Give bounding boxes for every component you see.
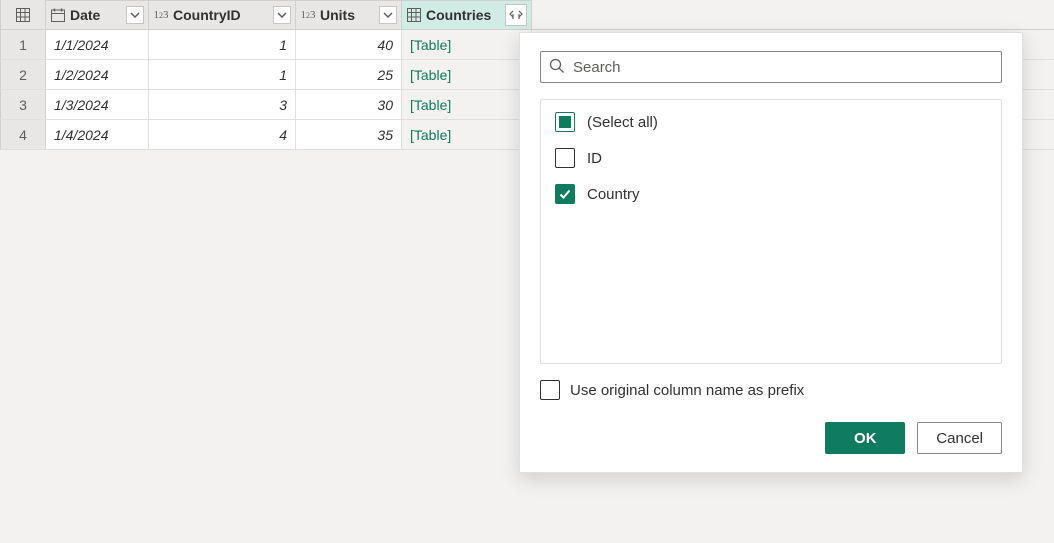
calendar-icon: [50, 7, 66, 23]
chevron-down-icon: [383, 12, 393, 18]
cell-units[interactable]: 30: [296, 90, 402, 119]
cell-countries[interactable]: [Table]: [402, 120, 532, 149]
chevron-down-icon: [130, 12, 140, 18]
cell-date[interactable]: 1/4/2024: [46, 120, 149, 149]
checkmark-icon: [558, 187, 572, 201]
button-row: OK Cancel: [540, 422, 1002, 454]
expand-column-button[interactable]: [505, 4, 527, 26]
cell-countries[interactable]: [Table]: [402, 60, 532, 89]
prefix-option-row[interactable]: Use original column name as prefix: [540, 380, 1002, 400]
number-type-icon: 123: [153, 7, 169, 23]
cell-units[interactable]: 40: [296, 30, 402, 59]
cell-date[interactable]: 1/3/2024: [46, 90, 149, 119]
search-box[interactable]: [540, 51, 1002, 83]
filter-dropdown-button[interactable]: [126, 6, 144, 24]
filter-dropdown-button[interactable]: [379, 6, 397, 24]
cell-countries[interactable]: [Table]: [402, 30, 532, 59]
column-option-country[interactable]: Country: [555, 184, 987, 204]
id-label: ID: [587, 150, 602, 167]
country-label: Country: [587, 186, 640, 203]
chevron-down-icon: [277, 12, 287, 18]
cell-units[interactable]: 35: [296, 120, 402, 149]
cell-countryid[interactable]: 4: [149, 120, 296, 149]
column-header-units[interactable]: 123 Units: [296, 0, 402, 29]
table-type-icon: [406, 7, 422, 23]
header-filler: [532, 0, 1054, 29]
select-all-checkbox[interactable]: [555, 112, 575, 132]
ok-button[interactable]: OK: [825, 422, 905, 454]
row-number-header[interactable]: [0, 0, 46, 29]
search-icon: [549, 58, 565, 77]
column-name: Countries: [426, 7, 501, 23]
country-checkbox[interactable]: [555, 184, 575, 204]
row-number[interactable]: 2: [0, 60, 46, 89]
cell-countryid[interactable]: 1: [149, 30, 296, 59]
select-all-label: (Select all): [587, 114, 658, 131]
column-header-countries[interactable]: Countries: [402, 0, 532, 29]
prefix-label: Use original column name as prefix: [570, 382, 804, 399]
indeterminate-fill-icon: [559, 116, 571, 128]
row-number[interactable]: 1: [0, 30, 46, 59]
expand-icon: [509, 10, 523, 20]
number-type-icon: 123: [300, 7, 316, 23]
cell-countryid[interactable]: 3: [149, 90, 296, 119]
cell-countries[interactable]: [Table]: [402, 90, 532, 119]
column-name: CountryID: [173, 7, 269, 23]
column-name: Units: [320, 7, 375, 23]
column-header-date[interactable]: Date: [46, 0, 149, 29]
expand-column-popup: (Select all) ID Country Use original col…: [519, 32, 1023, 473]
column-header-countryid[interactable]: 123 CountryID: [149, 0, 296, 29]
select-all-row[interactable]: (Select all): [555, 112, 987, 132]
table-icon: [15, 7, 31, 23]
search-input[interactable]: [573, 59, 993, 76]
column-name: Date: [70, 7, 122, 23]
cell-units[interactable]: 25: [296, 60, 402, 89]
cell-date[interactable]: 1/2/2024: [46, 60, 149, 89]
row-number[interactable]: 3: [0, 90, 46, 119]
cell-date[interactable]: 1/1/2024: [46, 30, 149, 59]
id-checkbox[interactable]: [555, 148, 575, 168]
column-option-id[interactable]: ID: [555, 148, 987, 168]
cell-countryid[interactable]: 1: [149, 60, 296, 89]
row-number[interactable]: 4: [0, 120, 46, 149]
prefix-checkbox[interactable]: [540, 380, 560, 400]
header-row: Date 123 CountryID 123 Units Countries: [0, 0, 1054, 30]
filter-dropdown-button[interactable]: [273, 6, 291, 24]
column-checklist: (Select all) ID Country: [540, 99, 1002, 364]
cancel-button[interactable]: Cancel: [917, 422, 1002, 454]
